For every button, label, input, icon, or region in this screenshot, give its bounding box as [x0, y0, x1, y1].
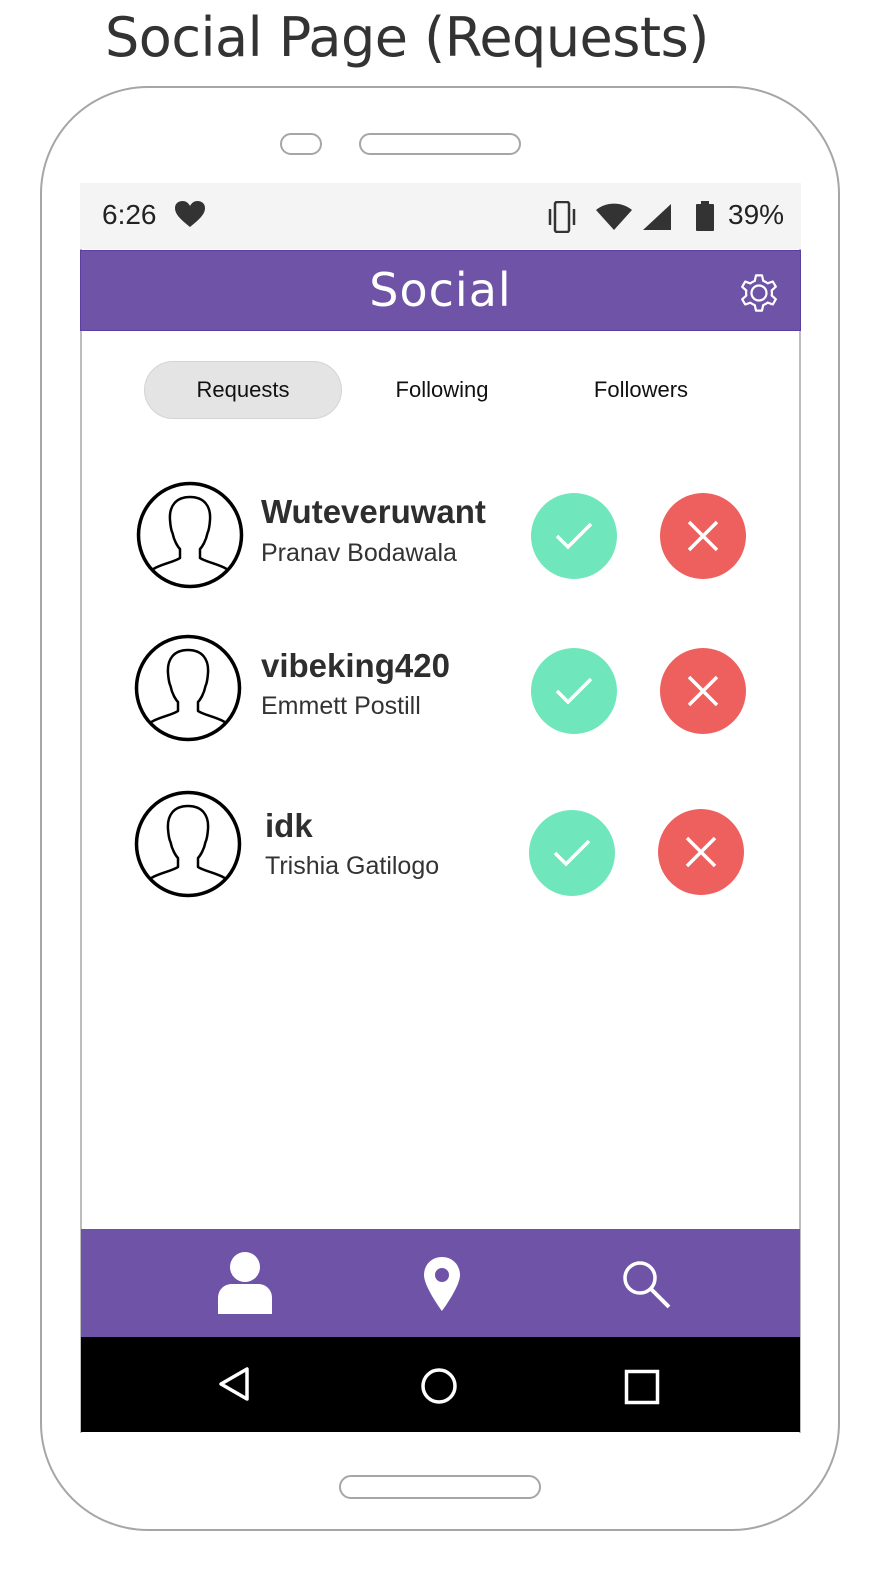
app-title: Social: [369, 263, 512, 317]
location-pin-icon[interactable]: [423, 1256, 461, 1312]
close-icon: [685, 836, 717, 868]
app-bar: Social: [80, 250, 801, 331]
close-icon: [687, 520, 719, 552]
avatar-icon: [134, 634, 242, 742]
tab-requests[interactable]: Requests: [144, 361, 342, 419]
decline-button[interactable]: [660, 493, 746, 579]
decline-button[interactable]: [658, 809, 744, 895]
accept-button[interactable]: [531, 648, 617, 734]
tab-following[interactable]: Following: [343, 361, 541, 419]
battery-percentage: 39%: [728, 199, 785, 230]
signal-icon: [643, 204, 671, 230]
search-icon[interactable]: [620, 1258, 672, 1310]
recents-icon[interactable]: [624, 1369, 660, 1405]
phone-speaker: [359, 133, 521, 155]
accept-button[interactable]: [529, 810, 615, 896]
request-row: Wuteveruwant Pranav Bodawala: [0, 475, 888, 595]
status-time: 6:26: [102, 199, 157, 230]
status-bar: 6:26 39%: [80, 183, 801, 249]
tab-followers[interactable]: Followers: [542, 361, 740, 419]
phone-home-button: [339, 1475, 541, 1499]
request-fullname: Pranav Bodawala: [261, 539, 457, 567]
tab-label: Following: [395, 377, 489, 402]
request-username[interactable]: idk: [265, 807, 313, 845]
check-icon: [553, 839, 591, 867]
check-icon: [555, 522, 593, 550]
phone-sensor: [280, 133, 322, 155]
battery-icon: [696, 201, 714, 231]
close-icon: [687, 675, 719, 707]
vibrate-icon: [548, 201, 576, 233]
heart-icon: [175, 201, 205, 227]
bottom-nav: [81, 1229, 800, 1337]
gear-icon[interactable]: [734, 268, 784, 318]
avatar-icon: [136, 481, 244, 589]
accept-button[interactable]: [531, 493, 617, 579]
request-row: idk Trishia Gatilogo: [0, 784, 888, 904]
request-row: vibeking420 Emmett Postill: [0, 629, 888, 749]
home-icon[interactable]: [420, 1367, 458, 1405]
system-nav-bar: [81, 1337, 800, 1432]
page-title: Social Page (Requests): [105, 6, 709, 69]
request-fullname: Emmett Postill: [261, 692, 421, 720]
tab-label: Followers: [593, 377, 689, 402]
request-fullname: Trishia Gatilogo: [265, 852, 440, 880]
request-username[interactable]: vibeking420: [261, 647, 450, 685]
request-username[interactable]: Wuteveruwant: [261, 493, 486, 531]
tab-label: Requests: [196, 377, 290, 402]
decline-button[interactable]: [660, 648, 746, 734]
profile-icon[interactable]: [215, 1250, 275, 1314]
back-icon[interactable]: [217, 1366, 251, 1402]
check-icon: [555, 677, 593, 705]
avatar-icon: [134, 790, 242, 898]
wifi-icon: [596, 203, 632, 230]
